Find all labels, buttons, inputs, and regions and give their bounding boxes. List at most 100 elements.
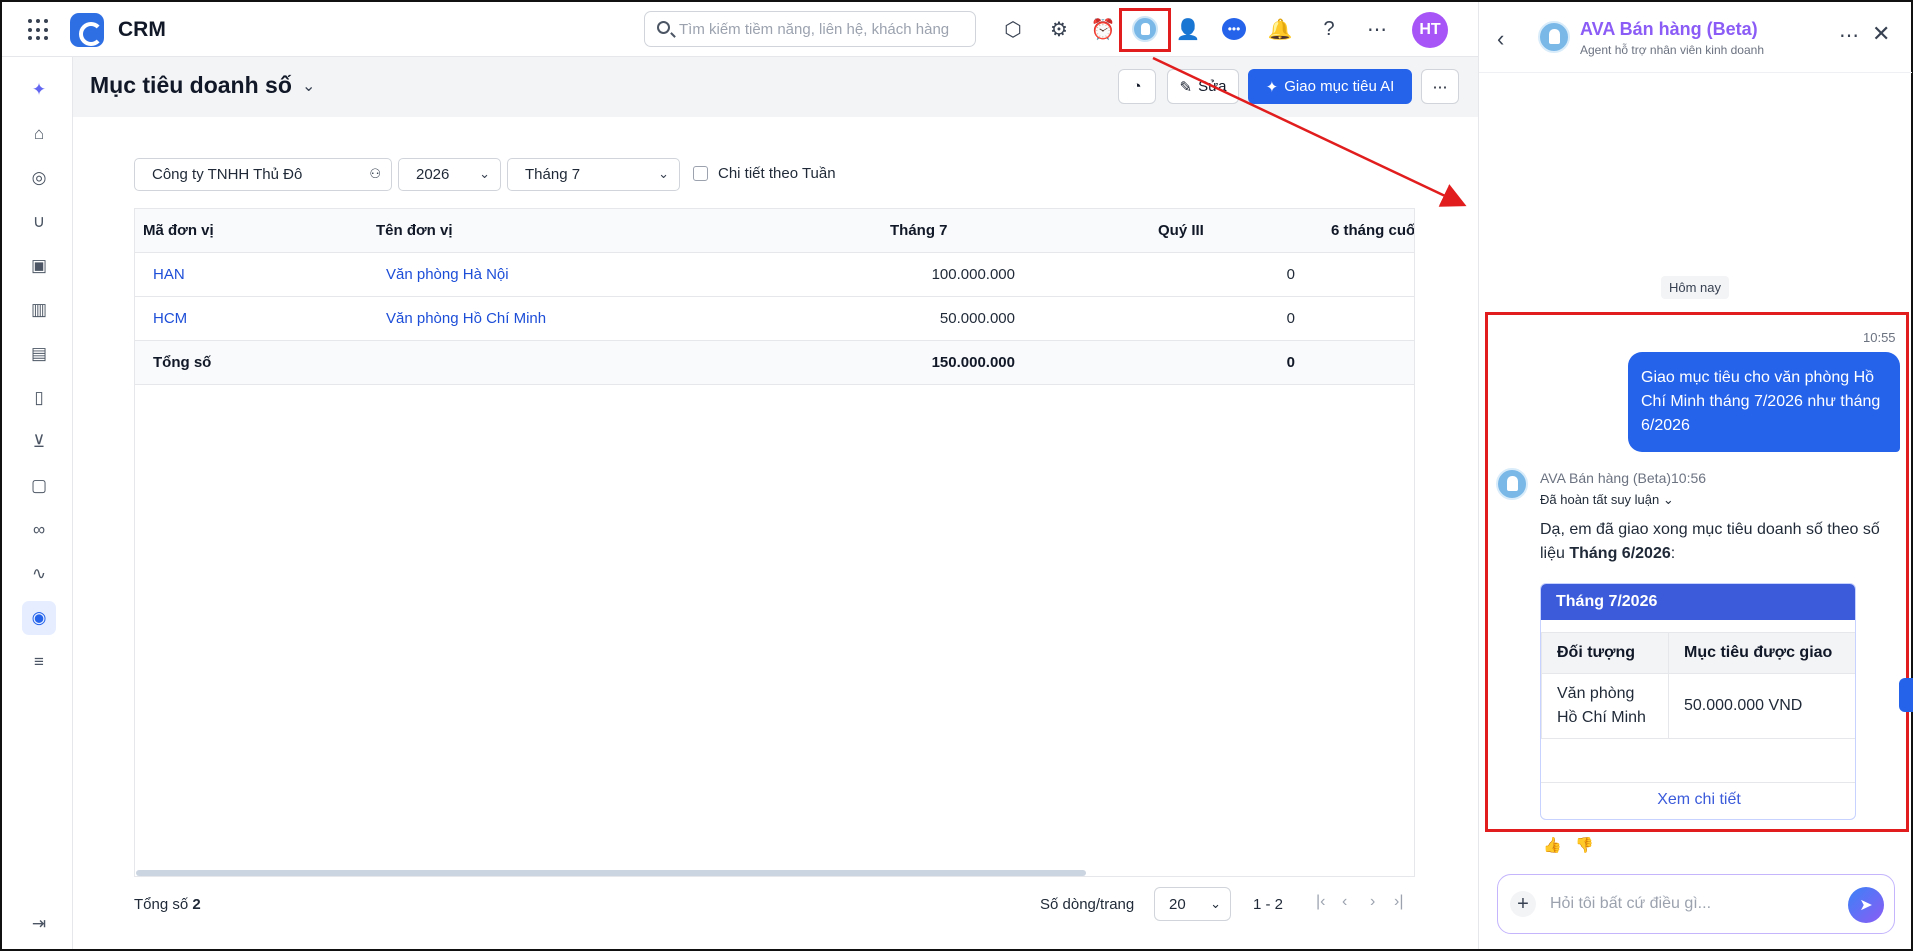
ava-highlight-box [1119, 8, 1171, 52]
chat-icon[interactable]: ••• [1221, 16, 1247, 42]
first-page-icon[interactable]: |‹ [1316, 893, 1325, 911]
table-total-row: Tổng số 150.000.000 0 [135, 341, 1414, 385]
chevron-down-icon[interactable]: ⌄ [302, 76, 315, 96]
mobile-money-icon[interactable]: ▯ [22, 381, 56, 415]
global-search[interactable] [644, 11, 976, 47]
date-divider: Hôm nay [1661, 276, 1730, 299]
user-avatar[interactable]: HT [1412, 12, 1448, 48]
search-icon [657, 21, 670, 34]
bot-message-time: 10:56 [1671, 470, 1707, 486]
expand-nav-icon[interactable]: ⇥ [22, 907, 56, 941]
contact-card-icon[interactable]: ▣ [22, 249, 56, 283]
ai-assign-button[interactable]: ✦ Giao mục tiêu AI [1248, 69, 1412, 104]
table-row[interactable]: HAN Văn phòng Hà Nội 100.000.000 0 [135, 253, 1414, 297]
reasoning-toggle[interactable]: Đã hoàn tất suy luận ⌄ [1540, 492, 1674, 508]
unit-name[interactable]: Văn phòng Hồ Chí Minh [386, 310, 546, 327]
page-title: Mục tiêu doanh số [90, 72, 292, 98]
send-button[interactable]: ➤ [1848, 887, 1884, 923]
edit-button[interactable]: ✎ Sửa [1167, 69, 1239, 104]
bot-name: AVA Bán hàng (Beta) [1540, 470, 1672, 486]
company-filter[interactable]: Công ty TNHH Thủ Đô ⚇ [134, 158, 392, 191]
rows-per-page-select[interactable]: 20 ⌄ [1154, 887, 1231, 921]
ava-avatar [1538, 21, 1570, 53]
target-icon[interactable]: ◉ [22, 601, 56, 635]
thumbs-up-icon[interactable]: 👍 [1543, 836, 1562, 854]
unit-code[interactable]: HAN [153, 266, 185, 283]
bell-icon[interactable]: 🔔 [1267, 16, 1293, 42]
card-column-header: Đối tượng [1541, 632, 1669, 674]
wallet-icon[interactable]: ▤ [22, 337, 56, 371]
alarm-clock-icon[interactable]: ⏰ [1090, 16, 1116, 42]
history-button[interactable]: ◔ [1118, 69, 1156, 104]
table-header-row: Mã đơn vị Tên đơn vị Tháng 7 Quý III 6 t… [135, 209, 1414, 253]
next-page-icon[interactable]: › [1370, 893, 1375, 911]
weekly-detail-checkbox[interactable] [693, 166, 708, 181]
total-count: Tổng số 2 [134, 896, 201, 913]
gear-icon[interactable]: ⚙ [1046, 16, 1072, 42]
bot-avatar [1496, 468, 1528, 500]
column-header[interactable]: Quý III [1158, 222, 1204, 239]
card-cell: Văn phòng Hồ Chí Minh [1541, 673, 1669, 739]
back-icon[interactable]: ‹ [1497, 26, 1504, 52]
month-select[interactable]: Tháng 7 ⌄ [507, 158, 680, 191]
menu-icon[interactable]: ≡ [22, 645, 56, 679]
activity-icon[interactable]: ∿ [22, 557, 56, 591]
last-page-icon[interactable]: ›| [1394, 893, 1403, 911]
help-icon[interactable]: ? [1316, 16, 1342, 42]
unit-name[interactable]: Văn phòng Hà Nội [386, 266, 509, 283]
result-card: Tháng 7/2026 Đối tượng Mục tiêu được gia… [1540, 583, 1856, 820]
year-select[interactable]: 2026 ⌄ [398, 158, 501, 191]
total-label: Tổng số [153, 354, 212, 371]
total-month: 150.000.000 [931, 354, 1015, 371]
column-header[interactable]: Tháng 7 [890, 222, 948, 239]
card-column-header: Mục tiêu được giao [1668, 632, 1855, 674]
column-header[interactable]: Mã đơn vị [143, 222, 214, 239]
more-actions-button[interactable]: ⋯ [1421, 69, 1459, 104]
plus-icon[interactable]: + [1510, 891, 1536, 917]
column-header[interactable]: 6 tháng cuối [1331, 222, 1414, 239]
month-value: Tháng 7 [525, 166, 581, 183]
chat-input[interactable] [1550, 893, 1820, 915]
chat-subtitle: Agent hỗ trợ nhân viên kinh doanh [1580, 43, 1765, 57]
add-user-icon[interactable]: 👤 [1175, 16, 1201, 42]
month-value: 50.000.000 [939, 310, 1015, 327]
unit-code[interactable]: HCM [153, 310, 187, 327]
chevron-down-icon: ⌄ [658, 166, 669, 181]
org-tree-icon: ⚇ [369, 166, 381, 181]
search-input[interactable] [679, 18, 969, 40]
card-title: Tháng 7/2026 [1541, 584, 1855, 620]
thumbs-down-icon[interactable]: 👎 [1575, 836, 1594, 854]
prev-page-icon[interactable]: ‹ [1342, 893, 1347, 911]
close-icon[interactable]: ✕ [1872, 21, 1890, 47]
top-bar: CRM ⬡ ⚙ ⏰ 👤 ••• 🔔 ? ⋯ HT [2, 2, 1478, 57]
total-count-value: 2 [192, 896, 201, 913]
column-header[interactable]: Tên đơn vị [376, 222, 453, 239]
weekly-detail-label: Chi tiết theo Tuần [718, 165, 836, 182]
table-row[interactable]: HCM Văn phòng Hồ Chí Minh 50.000.000 0 [135, 297, 1414, 341]
dashboard-icon[interactable]: ◎ [22, 161, 56, 195]
side-panel-tab[interactable] [1899, 678, 1913, 712]
home-icon[interactable]: ⌂ [22, 117, 56, 151]
cart-icon[interactable]: ⊻ [22, 425, 56, 459]
building-icon[interactable]: ▥ [22, 293, 56, 327]
horizontal-scrollbar[interactable] [136, 870, 1086, 876]
left-nav: ✦ ⌂ ◎ ∪ ▣ ▥ ▤ ▯ ⊻ ▢ ∞ ∿ ◉ ≡ ⇥ [2, 57, 73, 949]
total-quarter: 0 [1286, 354, 1295, 371]
magnet-icon[interactable]: ∪ [22, 205, 56, 239]
group-icon[interactable]: ∞ [22, 513, 56, 547]
card-table: Đối tượng Mục tiêu được giao Văn phòng H… [1541, 632, 1855, 739]
more-icon[interactable]: ⋯ [1839, 23, 1859, 48]
apps-grid-icon[interactable] [28, 19, 50, 41]
crm-logo-icon [70, 13, 104, 47]
bot-text-part: : [1670, 545, 1676, 562]
company-value: Công ty TNHH Thủ Đô [152, 166, 303, 183]
more-icon[interactable]: ⋯ [1364, 16, 1390, 42]
page-range: 1 - 2 [1253, 896, 1284, 913]
box-icon[interactable]: ⬡ [1000, 16, 1026, 42]
view-detail-link[interactable]: Xem chi tiết [1541, 782, 1855, 819]
history-icon: ◔ [1132, 78, 1142, 95]
chat-composer[interactable]: + ➤ [1497, 874, 1895, 934]
year-value: 2026 [416, 166, 450, 183]
ai-sparkle-icon[interactable]: ✦ [22, 73, 56, 107]
document-icon[interactable]: ▢ [22, 469, 56, 503]
